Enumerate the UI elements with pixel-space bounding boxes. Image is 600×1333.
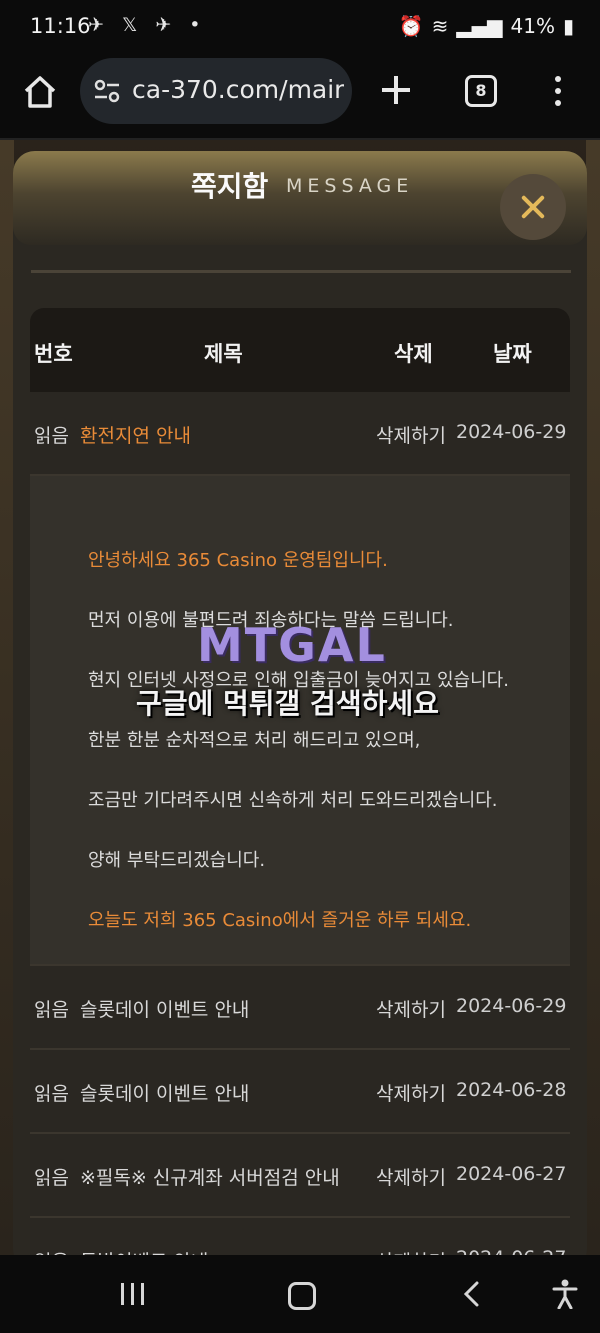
row-title[interactable]: ※필독※ 신규계좌 서버점검 안내 bbox=[80, 1163, 340, 1190]
row-status: 읽음 bbox=[34, 1167, 69, 1189]
row-date: 2024-06-28 bbox=[456, 1079, 567, 1101]
header-date: 날짜 bbox=[493, 342, 532, 366]
message-line: 조금만 기다려주시면 신속하게 처리 도와드리겠습니다. bbox=[88, 790, 498, 811]
back-icon[interactable] bbox=[462, 1281, 480, 1307]
row-date: 2024-06-27 bbox=[456, 1247, 566, 1255]
row-date: 2024-06-29 bbox=[456, 995, 567, 1017]
system-nav-bar bbox=[0, 1255, 600, 1333]
row-status: 읽음 bbox=[34, 425, 69, 447]
row-date: 2024-06-27 bbox=[456, 1163, 567, 1185]
status-right: ⏰ ≋ ▂▄▆ 41% ▮ bbox=[399, 14, 574, 38]
divider bbox=[31, 270, 571, 273]
table-row[interactable]: 읽음 ※필독※ 신규계좌 서버점검 안내 삭제하기 2024-06-27 bbox=[30, 1134, 570, 1218]
table-row[interactable]: 읽음 돌발이벤트 안내 삭제하기 2024-06-27 bbox=[30, 1218, 570, 1255]
row-title[interactable]: 환전지연 안내 bbox=[80, 421, 191, 448]
table-row[interactable]: 읽음 환전지연 안내 삭제하기 2024-06-29 bbox=[30, 392, 570, 476]
watermark-logo: MTGAL bbox=[197, 618, 387, 672]
tab-switcher-button[interactable]: 8 bbox=[465, 75, 497, 107]
delete-button[interactable]: 삭제하기 bbox=[376, 1079, 446, 1106]
watermark-logo-text: MTGAL bbox=[197, 618, 387, 672]
status-time: 11:16 bbox=[30, 14, 91, 38]
table-row[interactable]: 읽음 슬롯데이 이벤트 안내 삭제하기 2024-06-28 bbox=[30, 1050, 570, 1134]
message-line: 오늘도 저희 365 Casino에서 즐거운 하루 되세요. bbox=[88, 910, 472, 931]
close-icon[interactable] bbox=[500, 174, 566, 240]
message-line: 한분 한분 순차적으로 처리 해드리고 있으며, bbox=[88, 730, 421, 751]
row-date: 2024-06-29 bbox=[456, 421, 567, 443]
modal-subtitle: MESSAGE bbox=[286, 175, 414, 197]
new-tab-button[interactable] bbox=[380, 74, 412, 106]
signal-icon: ▂▄▆ bbox=[456, 14, 503, 38]
delete-button[interactable]: 삭제하기 bbox=[376, 1247, 446, 1255]
row-title[interactable]: 돌발이벤트 안내 bbox=[80, 1247, 208, 1255]
home-nav-icon[interactable] bbox=[288, 1282, 316, 1310]
alarm-icon: ⏰ bbox=[398, 14, 424, 38]
site-settings-icon[interactable] bbox=[94, 79, 120, 103]
row-status: 읽음 bbox=[34, 1247, 69, 1255]
table-header: 번호 제목 삭제 날짜 bbox=[30, 308, 570, 392]
message-line: 양해 부탁드리겠습니다. bbox=[88, 850, 266, 871]
table-row[interactable]: 읽음 슬롯데이 이벤트 안내 삭제하기 2024-06-29 bbox=[30, 966, 570, 1050]
battery-icon: ▮ bbox=[562, 14, 574, 38]
row-title[interactable]: 슬롯데이 이벤트 안내 bbox=[80, 995, 249, 1022]
url-bar[interactable]: ca-370.com/main bbox=[80, 58, 352, 124]
header-number: 번호 bbox=[34, 342, 73, 366]
watermark-text: 구글에 먹튀갤 검색하세요 bbox=[136, 687, 439, 720]
modal-title: 쪽지함 bbox=[191, 170, 269, 203]
background-left bbox=[0, 140, 14, 1255]
wifi-icon: ≋ bbox=[431, 14, 449, 38]
home-icon[interactable] bbox=[22, 74, 58, 110]
row-status: 읽음 bbox=[34, 1083, 69, 1105]
battery-percent: 41% bbox=[510, 14, 555, 38]
background-right bbox=[586, 140, 600, 1255]
delete-button[interactable]: 삭제하기 bbox=[376, 1163, 446, 1190]
more-menu-icon[interactable] bbox=[554, 76, 562, 106]
row-status: 읽음 bbox=[34, 999, 69, 1021]
message-table: 번호 제목 삭제 날짜 읽음 환전지연 안내 삭제하기 2024-06-29 안… bbox=[30, 308, 570, 1255]
header-delete: 삭제 bbox=[394, 342, 433, 366]
delete-button[interactable]: 삭제하기 bbox=[376, 995, 446, 1022]
browser-toolbar: ca-370.com/main 8 bbox=[0, 56, 600, 140]
accessibility-icon[interactable] bbox=[552, 1279, 578, 1309]
url-text[interactable]: ca-370.com/main bbox=[132, 75, 344, 104]
row-title[interactable]: 슬롯데이 이벤트 안내 bbox=[80, 1079, 249, 1106]
delete-button[interactable]: 삭제하기 bbox=[376, 421, 446, 448]
recent-apps-icon[interactable] bbox=[121, 1283, 147, 1305]
header-title: 제목 bbox=[204, 342, 243, 366]
message-line: 안녕하세요 365 Casino 운영팀입니다. bbox=[88, 550, 388, 571]
notification-icons: ✈ 𝕏 ✈ • bbox=[88, 14, 207, 36]
status-bar: 11:16 ✈ 𝕏 ✈ • ⏰ ≋ ▂▄▆ 41% ▮ bbox=[0, 0, 600, 56]
